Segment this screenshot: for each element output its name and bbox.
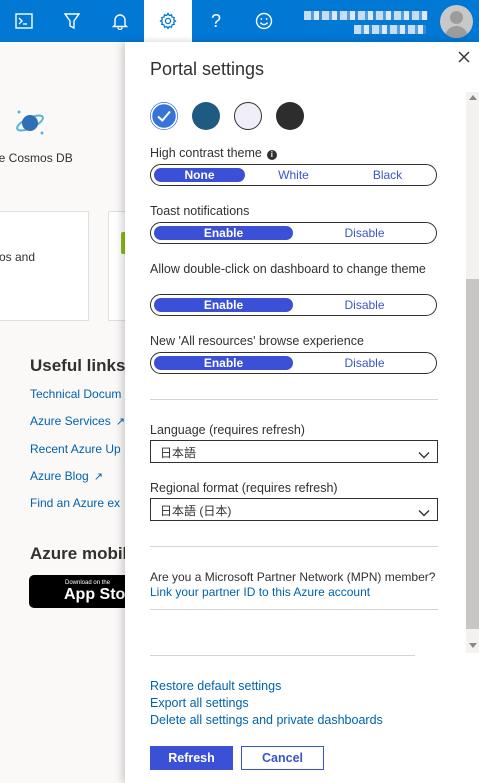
bell-icon bbox=[112, 12, 128, 30]
high-contrast-white[interactable]: White bbox=[248, 168, 339, 182]
cloud-shell-icon bbox=[15, 13, 33, 29]
high-contrast-toggle[interactable]: None White Black bbox=[150, 164, 437, 186]
divider bbox=[150, 609, 438, 610]
chevron-down-icon bbox=[418, 504, 430, 522]
theme-azure-swatch[interactable] bbox=[150, 102, 178, 130]
export-all-settings-link[interactable]: Export all settings bbox=[150, 696, 249, 710]
theme-dark-swatch[interactable] bbox=[276, 102, 304, 130]
refresh-button[interactable]: Refresh bbox=[150, 746, 233, 770]
directory-filter-icon bbox=[63, 12, 81, 30]
mpn-link[interactable]: Link your partner ID to this Azure accou… bbox=[150, 585, 370, 599]
link-recent-updates[interactable]: Recent Azure Up bbox=[30, 442, 121, 456]
help-button[interactable]: ? bbox=[192, 0, 240, 42]
external-link-icon: ↗ bbox=[93, 471, 103, 483]
scrollbar-thumb[interactable] bbox=[466, 279, 479, 629]
double-click-toggle[interactable]: Enable Disable bbox=[150, 294, 437, 316]
feedback-button[interactable] bbox=[240, 0, 288, 42]
divider bbox=[150, 655, 415, 656]
regional-format-dropdown[interactable]: 日本語 (日本) bbox=[150, 498, 438, 521]
scroll-down-icon[interactable] bbox=[469, 643, 477, 648]
gear-icon bbox=[159, 12, 177, 30]
toast-label: Toast notifications bbox=[150, 204, 250, 218]
cloud-shell-button[interactable] bbox=[0, 0, 48, 42]
link-azure-services[interactable]: Azure Services ↗ bbox=[30, 414, 125, 428]
link-azure-blog[interactable]: Azure Blog ↗ bbox=[30, 469, 103, 483]
card-text: os and bbox=[0, 250, 36, 264]
notifications-button[interactable] bbox=[96, 0, 144, 42]
panel-title: Portal settings bbox=[150, 59, 265, 79]
cancel-button[interactable]: Cancel bbox=[241, 746, 324, 770]
link-find-expert[interactable]: Find an Azure ex bbox=[30, 496, 120, 510]
restore-default-settings-link[interactable]: Restore default settings bbox=[150, 679, 281, 693]
account-info-blurred[interactable] bbox=[304, 8, 432, 36]
scroll-up-icon[interactable] bbox=[469, 95, 477, 100]
settings-button[interactable] bbox=[144, 0, 192, 42]
useful-links-heading: Useful links bbox=[30, 356, 125, 375]
language-dropdown[interactable]: 日本語 bbox=[150, 440, 438, 463]
external-link-icon: ↗ bbox=[115, 416, 125, 428]
chevron-down-icon bbox=[418, 446, 430, 464]
double-click-disable[interactable]: Disable bbox=[296, 298, 433, 312]
high-contrast-label: High contrast theme i bbox=[150, 146, 277, 160]
divider bbox=[150, 399, 438, 400]
help-icon: ? bbox=[210, 10, 221, 31]
browse-experience-label: New 'All resources' browse experience bbox=[150, 334, 364, 348]
background-page: ure Cosmos DB os and Useful links Techni… bbox=[0, 42, 125, 783]
toast-toggle[interactable]: Enable Disable bbox=[150, 222, 437, 244]
browse-experience-toggle[interactable]: Enable Disable bbox=[150, 352, 437, 374]
theme-dark-blue-swatch[interactable] bbox=[192, 102, 220, 130]
double-click-enable[interactable]: Enable bbox=[154, 298, 293, 312]
smiley-icon bbox=[255, 12, 273, 30]
browse-enable[interactable]: Enable bbox=[154, 356, 293, 370]
mobile-app-heading: Azure mobil bbox=[30, 544, 125, 563]
quickstart-card-2[interactable] bbox=[108, 211, 125, 321]
info-icon[interactable]: i bbox=[266, 150, 277, 160]
high-contrast-none[interactable]: None bbox=[154, 168, 245, 182]
top-bar: ? bbox=[0, 0, 479, 42]
browse-disable[interactable]: Disable bbox=[296, 356, 433, 370]
cosmos-db-icon bbox=[14, 106, 48, 145]
quickstart-card[interactable]: os and bbox=[0, 211, 89, 321]
cosmos-db-label[interactable]: ure Cosmos DB bbox=[0, 151, 73, 165]
app-store-badge[interactable]: Download on the App Stor bbox=[29, 575, 125, 608]
theme-light-swatch[interactable] bbox=[234, 102, 262, 130]
link-technical-docs[interactable]: Technical Docum bbox=[30, 387, 121, 401]
panel-scrollbar[interactable] bbox=[465, 92, 479, 653]
toast-enable[interactable]: Enable bbox=[154, 226, 293, 240]
language-value: 日本語 bbox=[160, 446, 197, 460]
mpn-question: Are you a Microsoft Partner Network (MPN… bbox=[150, 570, 436, 584]
double-click-label: Allow double-click on dashboard to chang… bbox=[150, 262, 426, 276]
regional-format-value: 日本語 (日本) bbox=[160, 504, 232, 518]
toast-disable[interactable]: Disable bbox=[296, 226, 433, 240]
close-icon bbox=[455, 51, 473, 70]
avatar[interactable] bbox=[440, 5, 473, 38]
divider bbox=[150, 546, 438, 547]
regional-format-label: Regional format (requires refresh) bbox=[150, 481, 338, 495]
checkmark-icon bbox=[157, 110, 171, 122]
close-button[interactable] bbox=[455, 48, 473, 66]
delete-all-settings-link[interactable]: Delete all settings and private dashboar… bbox=[150, 713, 383, 727]
language-label: Language (requires refresh) bbox=[150, 423, 305, 437]
directory-filter-button[interactable] bbox=[48, 0, 96, 42]
high-contrast-black[interactable]: Black bbox=[342, 168, 433, 182]
